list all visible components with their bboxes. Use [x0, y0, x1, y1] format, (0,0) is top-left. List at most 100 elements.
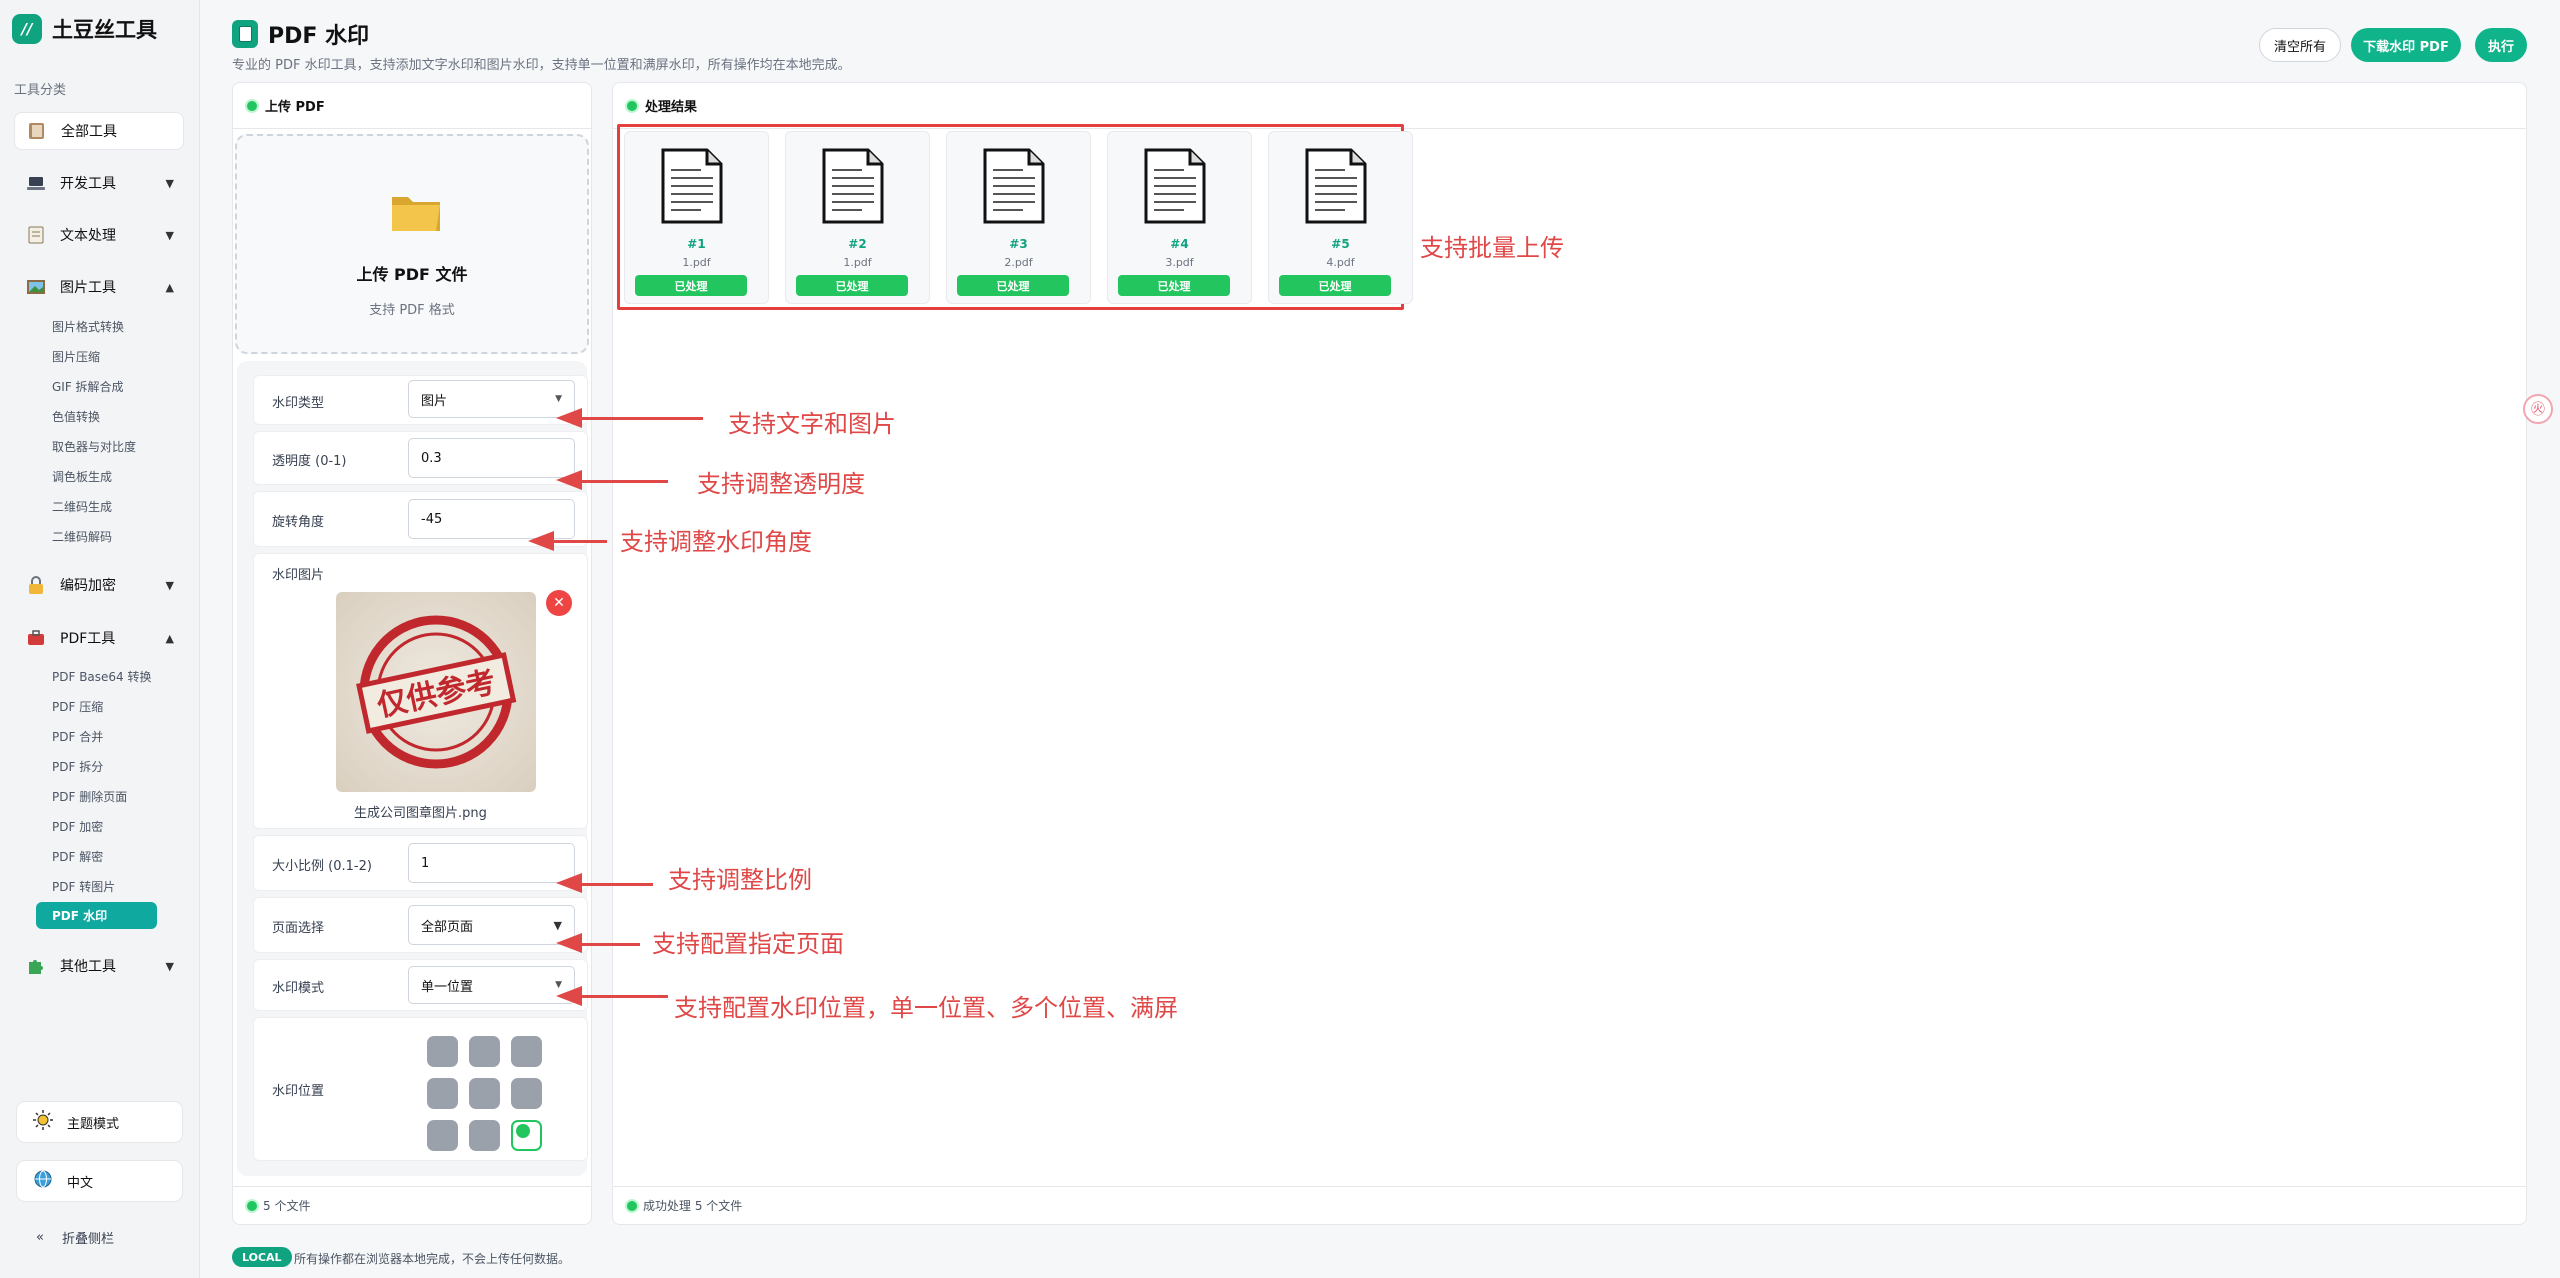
scale-label: 大小比例 (0.1-2) — [272, 859, 372, 874]
sun-icon — [33, 1110, 53, 1134]
theme-mode-label: 主题模式 — [67, 1116, 120, 1132]
opacity-input[interactable]: 0.3 — [408, 438, 575, 478]
sidebar-item-image-convert[interactable]: 图片格式转换 — [52, 318, 124, 335]
nav-group-pdf[interactable]: PDF工具 ▲ — [14, 619, 184, 657]
annotation-arrow-icon — [556, 408, 582, 428]
result-card[interactable]: #4 3.pdf 已处理 — [1107, 131, 1252, 304]
execute-button[interactable]: 执行 — [2475, 28, 2527, 62]
sidebar-item-color-convert[interactable]: 色值转换 — [52, 408, 100, 425]
annotation-arrow-icon — [528, 531, 554, 551]
picture-icon — [26, 277, 46, 297]
clear-all-button[interactable]: 清空所有 — [2259, 28, 2341, 62]
sidebar-item-pdf-decrypt[interactable]: PDF 解密 — [52, 848, 103, 865]
translate-float-button[interactable]: ㊋ — [2523, 394, 2553, 424]
nav-group-label: 开发工具 — [60, 176, 116, 192]
folder-icon — [392, 197, 440, 231]
chevron-down-icon: ▼ — [555, 394, 562, 404]
position-cell[interactable] — [469, 1036, 500, 1067]
nav-group-label: 文本处理 — [60, 228, 116, 244]
sidebar-item-qr-generate[interactable]: 二维码生成 — [52, 498, 112, 515]
sidebar-item-pdf-compress[interactable]: PDF 压缩 — [52, 698, 103, 715]
scale-input[interactable]: 1 — [408, 843, 575, 883]
upload-title: 上传 PDF 文件 — [356, 265, 468, 284]
result-card[interactable]: #3 2.pdf 已处理 — [946, 131, 1091, 304]
result-card[interactable]: #2 1.pdf 已处理 — [785, 131, 930, 304]
opacity-row: 透明度 (0-1) 0.3 — [253, 431, 588, 485]
nav-group-image[interactable]: 图片工具 ▲ — [14, 268, 184, 306]
annotation-scale: 支持调整比例 — [668, 866, 812, 894]
watermark-mode-value: 单一位置 — [421, 979, 474, 995]
status-badge: 已处理 — [635, 275, 747, 296]
watermark-type-value: 图片 — [421, 393, 448, 409]
opacity-label: 透明度 (0-1) — [272, 454, 347, 469]
sidebar-item-pdf-split[interactable]: PDF 拆分 — [52, 758, 103, 775]
nav-group-dev-tools[interactable]: 开发工具 ▼ — [14, 164, 184, 202]
batch-upload-highlight: #1 1.pdf 已处理 #2 1.pdf 已处理 #3 2.pdf 已处理 #… — [617, 124, 1413, 310]
double-chevron-left-icon: « — [36, 1230, 44, 1245]
sidebar-item-pdf-to-image[interactable]: PDF 转图片 — [52, 878, 115, 895]
chevron-down-icon: ▼ — [165, 176, 174, 190]
remove-image-button[interactable]: ✕ — [546, 590, 572, 616]
chevron-down-icon: ▼ — [165, 228, 174, 242]
sidebar-item-pdf-watermark[interactable]: PDF 水印 — [36, 902, 157, 929]
position-cell[interactable] — [427, 1120, 458, 1151]
annotation-batch-upload: 支持批量上传 — [1420, 234, 1564, 262]
chevron-down-icon: ▼ — [165, 959, 174, 973]
logo[interactable]: // 土豆丝工具 — [12, 14, 157, 44]
nav-group-encoding[interactable]: 编码加密 ▼ — [14, 566, 184, 604]
position-cell[interactable] — [511, 1078, 542, 1109]
page-selection-select[interactable]: 全部页面 ▼ — [408, 905, 575, 945]
toolbox-icon — [26, 628, 46, 648]
watermark-image-label: 水印图片 — [272, 568, 325, 583]
result-card[interactable]: #5 4.pdf 已处理 — [1268, 131, 1413, 304]
upload-subtitle: 支持 PDF 格式 — [369, 303, 455, 318]
status-badge: 已处理 — [1279, 275, 1391, 296]
result-panel-header: 处理结果 — [613, 83, 2526, 129]
position-cell[interactable] — [427, 1078, 458, 1109]
sidebar-item-color-picker[interactable]: 取色器与对比度 — [52, 438, 136, 455]
position-cell[interactable] — [511, 1120, 542, 1151]
nav-group-label: 图片工具 — [60, 280, 116, 296]
position-grid — [427, 1036, 542, 1151]
annotation-arrow-line — [580, 480, 668, 483]
watermark-image-preview: 仅供参考 — [336, 592, 536, 792]
watermark-mode-select[interactable]: 单一位置 ▼ — [408, 966, 575, 1004]
nav-group-all-tools[interactable]: 全部工具 — [14, 112, 184, 150]
sidebar-item-pdf-encrypt[interactable]: PDF 加密 — [52, 818, 103, 835]
logo-text: 土豆丝工具 — [52, 18, 157, 42]
position-cell[interactable] — [427, 1036, 458, 1067]
settings-area: 水印类型 图片 ▼ 透明度 (0-1) 0.3 旋转角度 -45 水印图片 仅供… — [237, 361, 588, 1176]
watermark-type-select[interactable]: 图片 ▼ — [408, 380, 575, 418]
sidebar-item-palette[interactable]: 调色板生成 — [52, 468, 112, 485]
collapse-sidebar-button[interactable]: « 折叠侧栏 — [36, 1228, 114, 1247]
download-watermark-pdf-button[interactable]: 下载水印 PDF — [2351, 28, 2461, 62]
file-count: 5 个文件 — [263, 1199, 311, 1213]
watermark-position-label: 水印位置 — [272, 1084, 325, 1099]
sidebar-item-qr-decode[interactable]: 二维码解码 — [52, 528, 112, 545]
sidebar-item-image-compress[interactable]: 图片压缩 — [52, 348, 100, 365]
sidebar-item-pdf-merge[interactable]: PDF 合并 — [52, 728, 103, 745]
position-cell[interactable] — [511, 1036, 542, 1067]
sidebar-item-pdf-delete-pages[interactable]: PDF 删除页面 — [52, 788, 127, 805]
position-cell[interactable] — [469, 1078, 500, 1109]
chevron-up-icon: ▲ — [165, 631, 174, 645]
page-description: 专业的 PDF 水印工具，支持添加文字水印和图片水印，支持单一位置和满屏水印，所… — [232, 58, 851, 73]
card-filename: 3.pdf — [1165, 256, 1194, 269]
laptop-icon — [26, 173, 46, 193]
document-icon — [822, 148, 884, 224]
annotation-arrow-line — [580, 417, 703, 420]
globe-icon — [33, 1169, 53, 1193]
nav-group-text[interactable]: 文本处理 ▼ — [14, 216, 184, 254]
language-button[interactable]: 中文 — [16, 1160, 183, 1202]
annotation-arrow-line — [552, 540, 607, 543]
theme-mode-button[interactable]: 主题模式 — [16, 1101, 183, 1143]
page-title: PDF 水印 — [268, 24, 370, 49]
upload-dropzone[interactable]: 上传 PDF 文件 支持 PDF 格式 — [235, 134, 589, 354]
card-filename: 4.pdf — [1326, 256, 1355, 269]
nav-group-other[interactable]: 其他工具 ▼ — [14, 947, 184, 985]
sidebar-item-gif[interactable]: GIF 拆解合成 — [52, 378, 124, 395]
page-selection-row: 页面选择 全部页面 ▼ — [253, 897, 588, 953]
sidebar-item-pdf-base64[interactable]: PDF Base64 转换 — [52, 668, 152, 685]
result-card[interactable]: #1 1.pdf 已处理 — [624, 131, 769, 304]
position-cell[interactable] — [469, 1120, 500, 1151]
